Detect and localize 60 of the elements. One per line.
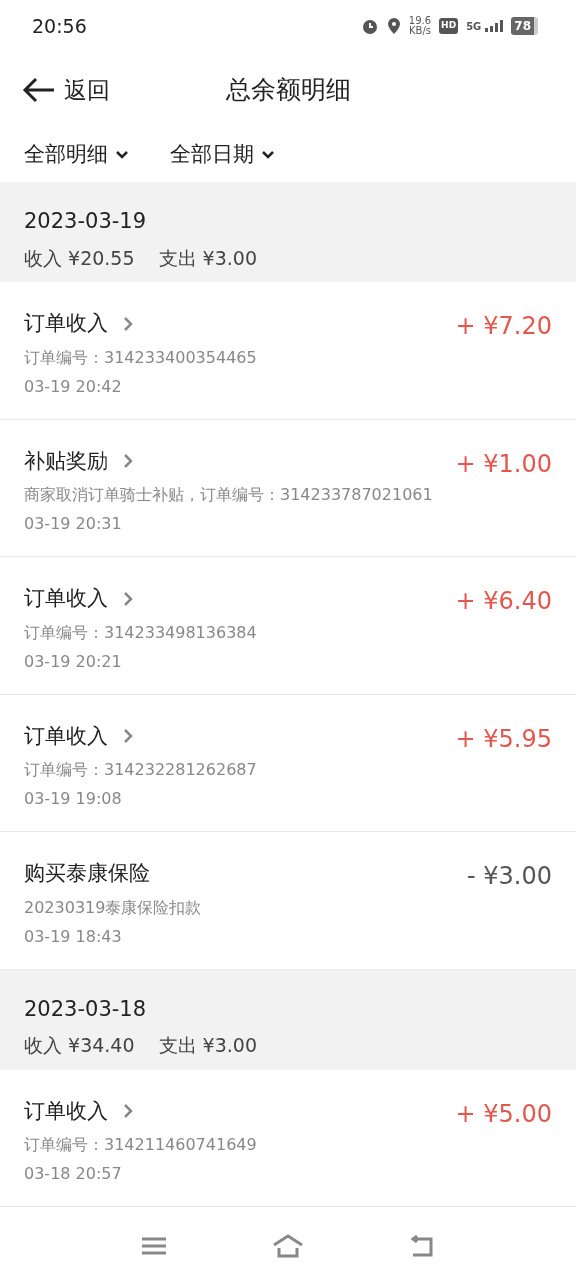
home-icon	[272, 1234, 304, 1258]
network-speed: 19.6	[408, 16, 432, 26]
transaction-detail: 订单编号：314211460741649	[24, 1134, 257, 1156]
chevron-right-icon	[124, 1104, 133, 1119]
transaction-title: 订单收入	[24, 310, 108, 337]
transaction-amount: - ¥3.00	[467, 861, 552, 892]
transaction-title: 订单收入	[24, 585, 108, 612]
alarm-icon	[360, 17, 379, 35]
transaction-title: 购买泰康保险	[24, 860, 150, 887]
transaction-time: 03-19 20:31	[24, 513, 123, 535]
transaction-detail: 商家取消订单骑士补贴，订单编号：314233787021061	[24, 484, 433, 506]
page-title: 总余额明细	[225, 74, 351, 107]
status-time: 20:56	[32, 13, 87, 39]
transaction-row[interactable]: 订单收入 订单编号：314232281262687 03-19 19:08 + ¥5.95	[0, 694, 576, 832]
back-icon	[409, 1235, 435, 1257]
transaction-amount: + ¥5.95	[455, 723, 552, 755]
expense-total: 支出 ¥3.00	[158, 1033, 257, 1058]
filter-dropdown[interactable]: 全部明细	[24, 139, 128, 171]
income-total: 收入 ¥34.40	[24, 1033, 135, 1058]
transaction-amount: + ¥1.00	[455, 448, 552, 480]
transaction-title: 订单收入	[24, 1097, 108, 1125]
income-total: 收入 ¥20.55	[24, 245, 135, 271]
transaction-row[interactable]: 补贴奖励 商家取消订单骑士补贴，订单编号：314233787021061 03-19 20:31 + ¥1.00	[0, 419, 576, 557]
filter-dropdown[interactable]: 全部日期	[170, 139, 274, 171]
network-type: 5G	[466, 22, 482, 32]
speed-unit: KB/s	[408, 26, 431, 36]
group-date: 2023-03-18	[24, 995, 148, 1023]
transaction-title: 订单收入	[24, 722, 108, 750]
transaction-row[interactable]: 订单收入 订单编号：314233400354465 03-19 20:42 + ¥7.20	[0, 282, 576, 420]
hd-badge: HD	[439, 18, 459, 34]
transaction-time: 03-19 20:42	[24, 375, 123, 398]
location-icon	[386, 17, 401, 35]
transaction-time: 03-19 19:08	[24, 788, 123, 810]
chevron-right-icon	[124, 729, 133, 744]
transaction-amount: + ¥6.40	[455, 586, 552, 617]
transaction-amount: + ¥5.00	[455, 1098, 552, 1130]
transaction-title: 补贴奖励	[24, 447, 108, 475]
group-date: 2023-03-19	[24, 208, 148, 235]
caret-icon	[262, 151, 274, 159]
chevron-right-icon	[124, 316, 133, 331]
chevron-right-icon	[124, 454, 133, 469]
expense-total: 支出 ¥3.00	[158, 245, 257, 271]
back-button[interactable]: 返回	[22, 72, 110, 108]
transaction-detail: 订单编号：314233498136384	[24, 621, 257, 644]
transaction-row[interactable]: 订单收入 订单编号：314233498136384 03-19 20:21 + ¥6.40	[0, 557, 576, 695]
signal-icon	[485, 20, 504, 32]
transaction-time: 03-19 20:21	[24, 650, 123, 673]
chevron-right-icon	[124, 591, 133, 606]
transaction-row[interactable]: 购买泰康保险 20230319泰康保险扣款 03-19 18:43 - ¥3.00	[0, 832, 576, 970]
transaction-detail: 订单编号：314233400354465	[24, 346, 257, 369]
battery-indicator: 78	[511, 17, 538, 35]
transaction-detail: 20230319泰康保险扣款	[24, 896, 202, 919]
caret-icon	[116, 151, 128, 159]
transaction-detail: 订单编号：314232281262687	[24, 759, 257, 781]
back-arrow-icon	[22, 77, 56, 103]
transaction-time: 03-18 20:57	[24, 1163, 123, 1185]
transaction-amount: + ¥7.20	[455, 311, 552, 342]
menu-icon	[141, 1236, 167, 1256]
transaction-time: 03-19 18:43	[24, 925, 123, 948]
transaction-row[interactable]: 订单收入 订单编号：314211460741649 03-18 20:57 + ¥5.00	[0, 1069, 576, 1207]
